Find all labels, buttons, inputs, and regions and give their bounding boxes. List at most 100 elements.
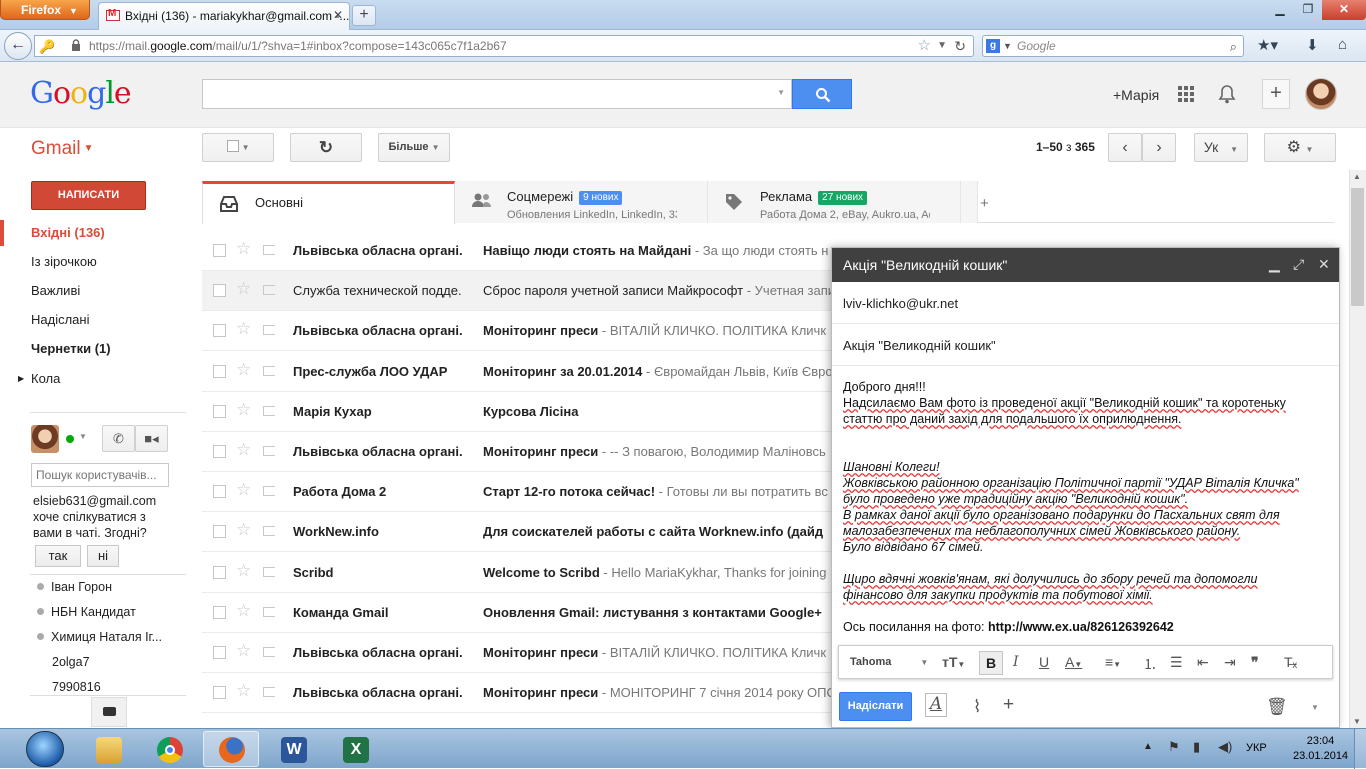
star-icon[interactable]: ☆: [236, 400, 251, 420]
show-hidden-icons-icon[interactable]: ▲: [1143, 741, 1153, 752]
scroll-down-arrow-icon[interactable]: ▼: [1353, 717, 1361, 726]
reload-icon[interactable]: ↻: [954, 36, 966, 56]
taskbar-explorer[interactable]: [80, 731, 136, 767]
volume-icon[interactable]: ◀): [1218, 739, 1232, 755]
windows-start-button[interactable]: [26, 731, 64, 767]
system-clock[interactable]: 23:04 23.01.2014: [1293, 734, 1348, 764]
importance-marker-icon[interactable]: [263, 245, 275, 255]
tab-social[interactable]: Соцмережі 9 нових Обновления LinkedIn, Li…: [455, 181, 708, 223]
google-search-engine-icon[interactable]: g: [986, 39, 1000, 53]
row-checkbox[interactable]: [213, 485, 226, 498]
decline-chat-invite-button[interactable]: ні: [87, 545, 119, 567]
star-icon[interactable]: ☆: [236, 279, 251, 299]
row-checkbox[interactable]: [213, 445, 226, 458]
compose-header[interactable]: Акція "Великодній кошик" ▁ ⤢ ✕: [832, 248, 1339, 282]
quote-icon[interactable]: ❞: [1251, 654, 1259, 671]
chat-bubble-icon[interactable]: [91, 697, 127, 727]
show-desktop-button[interactable]: [1354, 729, 1366, 769]
trash-icon[interactable]: 🗑: [1266, 697, 1288, 717]
chevron-down-icon[interactable]: ▼: [79, 432, 87, 441]
minimize-compose-icon[interactable]: ▁: [1269, 256, 1280, 273]
expand-arrow-icon[interactable]: ▶: [18, 366, 24, 392]
newer-page-button[interactable]: ‹: [1108, 133, 1142, 162]
star-icon[interactable]: ☆: [236, 360, 251, 380]
url-bar[interactable]: 🔑 https://mail.google.com/mail/u/1/?shva…: [34, 35, 974, 57]
start-video-button[interactable]: ■◂: [135, 425, 168, 452]
mail-search-input[interactable]: ▼: [202, 79, 792, 109]
more-actions-button[interactable]: Більше ▼: [378, 133, 450, 162]
sidebar-item-important[interactable]: Важливі: [0, 278, 186, 304]
importance-marker-icon[interactable]: [263, 446, 275, 456]
input-tools-button[interactable]: Ук ▼: [1194, 133, 1248, 162]
row-checkbox[interactable]: [213, 405, 226, 418]
refresh-button[interactable]: ↻: [290, 133, 362, 162]
star-icon[interactable]: ☆: [236, 440, 251, 460]
star-icon[interactable]: ☆: [236, 601, 251, 621]
firefox-menu-button[interactable]: Firefox ▼: [0, 0, 90, 20]
font-size-icon[interactable]: тT▼: [942, 654, 965, 670]
share-plus-button[interactable]: +: [1262, 79, 1290, 109]
sidebar-item-circles[interactable]: ▶ Кола: [0, 366, 186, 392]
taskbar-word[interactable]: W: [265, 731, 321, 767]
bookmarks-menu-icon[interactable]: ★▾: [1257, 36, 1278, 54]
fullscreen-compose-icon[interactable]: ⤢: [1293, 256, 1304, 273]
recipient-field[interactable]: lviv-klichko@ukr.net: [832, 284, 1339, 324]
accept-chat-invite-button[interactable]: так: [35, 545, 81, 567]
notifications-bell-icon[interactable]: [1218, 84, 1236, 104]
row-checkbox[interactable]: [213, 646, 226, 659]
user-avatar[interactable]: [1305, 78, 1337, 110]
underline-icon[interactable]: U: [1039, 654, 1049, 670]
send-button[interactable]: Надіслати: [839, 692, 912, 721]
row-checkbox[interactable]: [213, 606, 226, 619]
importance-marker-icon[interactable]: [263, 486, 275, 496]
more-insert-options-icon[interactable]: +: [1003, 694, 1014, 716]
importance-marker-icon[interactable]: [263, 526, 275, 536]
remove-formatting-icon[interactable]: T̶ₓ: [1284, 654, 1297, 670]
google-logo[interactable]: Google: [30, 76, 132, 111]
downloads-icon[interactable]: ⬇: [1306, 36, 1319, 54]
star-icon[interactable]: ☆: [236, 641, 251, 661]
align-icon[interactable]: ≡▼: [1105, 654, 1121, 670]
chat-search-input[interactable]: [31, 463, 169, 487]
sidebar-item-inbox[interactable]: Вхідні (136): [0, 220, 186, 246]
indent-more-icon[interactable]: ⇥: [1224, 654, 1236, 671]
row-checkbox[interactable]: [213, 284, 226, 297]
taskbar-firefox[interactable]: [203, 731, 259, 767]
row-checkbox[interactable]: [213, 365, 226, 378]
formatting-options-icon[interactable]: A: [925, 693, 947, 717]
flag-icon[interactable]: ⚑: [1168, 739, 1180, 755]
back-arrow-icon[interactable]: ←: [4, 32, 32, 60]
star-icon[interactable]: ☆: [236, 561, 251, 581]
bulleted-list-icon[interactable]: ☰: [1170, 654, 1183, 671]
network-icon[interactable]: ▮: [1193, 739, 1200, 755]
older-page-button[interactable]: ›: [1142, 133, 1176, 162]
chat-self-avatar[interactable]: [31, 425, 59, 453]
browser-tab-gmail[interactable]: Вхідні (136) - mariakykhar@gmail.com -..…: [98, 2, 350, 30]
new-tab-button[interactable]: +: [352, 5, 376, 26]
chat-contact[interactable]: НБН Кандидат: [37, 605, 136, 619]
bookmark-star-icon[interactable]: ☆: [918, 36, 931, 56]
search-options-dropdown-icon[interactable]: ▼: [777, 88, 785, 97]
text-color-icon[interactable]: A▼: [1065, 654, 1082, 670]
row-checkbox[interactable]: [213, 686, 226, 699]
chat-contact[interactable]: Іван Горон: [37, 580, 112, 594]
sidebar-item-drafts[interactable]: Чернетки (1): [0, 336, 186, 362]
scroll-up-arrow-icon[interactable]: ▲: [1353, 172, 1361, 181]
row-checkbox[interactable]: [213, 324, 226, 337]
compose-button[interactable]: НАПИСАТИ: [31, 181, 146, 210]
importance-marker-icon[interactable]: [263, 285, 275, 295]
row-checkbox[interactable]: [213, 244, 226, 257]
star-icon[interactable]: ☆: [236, 480, 251, 500]
mail-search-button[interactable]: [792, 79, 852, 109]
tab-promotions[interactable]: Реклама 27 нових Работа Дома 2, eBay, Auk…: [708, 181, 961, 223]
chat-contact[interactable]: 7990816: [52, 680, 101, 694]
importance-marker-icon[interactable]: [263, 406, 275, 416]
bold-icon[interactable]: B: [979, 651, 1003, 675]
font-family-select[interactable]: Tahoma ▼: [850, 656, 928, 668]
star-icon[interactable]: ☆: [236, 319, 251, 339]
add-category-icon[interactable]: +: [980, 195, 989, 212]
star-icon[interactable]: ☆: [236, 681, 251, 701]
close-window-icon[interactable]: ✕: [1322, 0, 1366, 20]
star-icon[interactable]: ☆: [236, 239, 251, 259]
importance-marker-icon[interactable]: [263, 567, 275, 577]
